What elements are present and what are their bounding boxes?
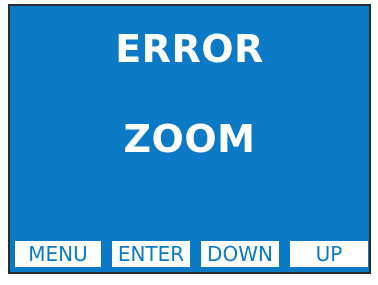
up-button[interactable]: UP <box>290 241 368 267</box>
down-button[interactable]: DOWN <box>201 241 279 267</box>
error-title: ERROR <box>115 27 264 71</box>
device-screen: ERROR ZOOM <box>8 4 371 274</box>
error-message: ZOOM <box>123 117 256 161</box>
enter-button[interactable]: ENTER <box>112 241 190 267</box>
menu-button[interactable]: MENU <box>15 241 101 267</box>
